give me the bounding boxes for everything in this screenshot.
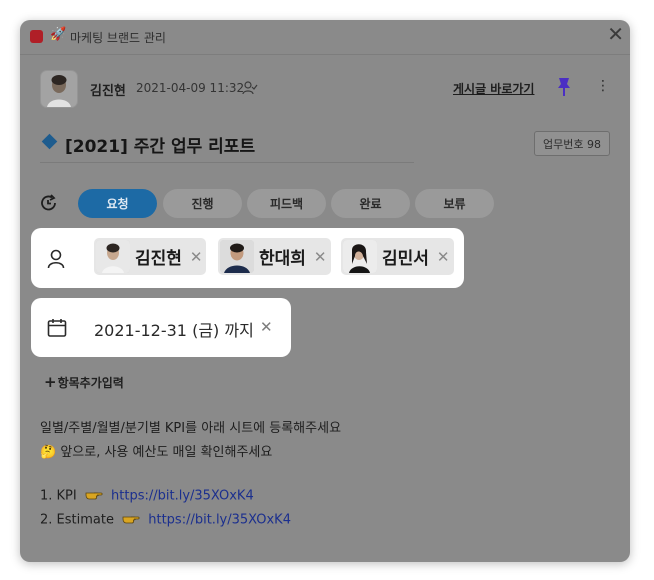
content-line: 🤔 앞으로, 사용 예산도 매일 확인해주세요 [40, 441, 272, 460]
content-line: 2. Estimate https://bit.ly/35XOxK4 [40, 512, 291, 528]
kpi-sheet-link[interactable]: https://bit.ly/35XOxK4 [111, 489, 254, 504]
add-field-label: 항목추가입력 [57, 376, 124, 390]
assignee-avatar [220, 240, 254, 273]
calendar-icon [47, 318, 67, 342]
post-title: [2021] 주간 업무 리포트 [65, 137, 256, 157]
thinking-emoji-icon: 🤔 [40, 445, 57, 460]
assignee-name: 김진현 [135, 249, 182, 269]
pointing-hand-icon [122, 512, 140, 528]
add-field-button[interactable]: +항목추가입력 [44, 373, 124, 391]
status-done-button[interactable]: 완료 [331, 189, 410, 218]
content-text: 앞으로, 사용 예산도 매일 확인해주세요 [60, 445, 273, 460]
assignee-chip[interactable]: 김진현 ✕ [94, 238, 206, 275]
app-icon [30, 30, 43, 43]
remove-icon[interactable]: ✕ [190, 248, 203, 266]
assignee-avatar [96, 240, 130, 273]
status-feedback-button[interactable]: 피드백 [247, 189, 326, 218]
assignee-name: 한대희 [259, 249, 306, 269]
post-date: 2021-04-09 11:32 [136, 81, 245, 95]
status-progress-button[interactable]: 진행 [163, 189, 242, 218]
plus-icon: + [44, 373, 57, 391]
window-title: 마케팅 브랜드 관리 [70, 31, 166, 45]
content-line: 1. KPI https://bit.ly/35XOxK4 [40, 488, 254, 504]
post-window: 🚀 마케팅 브랜드 관리 ✕ 김진현 2021-04-09 11:32 게시글 … [20, 20, 630, 562]
assignee-name: 김민서 [382, 249, 429, 269]
pointing-hand-icon [85, 488, 103, 504]
list-item-prefix: 1. KPI [40, 488, 77, 504]
status-change-icon [40, 194, 60, 216]
task-number-badge: 업무번호 98 [534, 131, 610, 156]
assignee-chip[interactable]: 한대희 ✕ [218, 238, 331, 275]
status-request-button[interactable]: 요청 [78, 189, 157, 218]
assignee-avatar [343, 240, 377, 273]
due-date-text: 2021-12-31 (금) 까지 [94, 321, 254, 340]
list-item-prefix: 2. Estimate [40, 512, 114, 528]
remove-icon[interactable]: ✕ [260, 318, 273, 336]
goto-post-link[interactable]: 게시글 바로가기 [453, 80, 534, 97]
title-bar: 🚀 마케팅 브랜드 관리 ✕ [20, 20, 630, 55]
person-icon [47, 249, 65, 273]
content-line: 일별/주별/월별/분기별 KPI를 아래 시트에 등록해주세요 [40, 421, 342, 436]
remove-icon[interactable]: ✕ [437, 248, 450, 266]
assignee-card: 김진현 ✕ 한대희 ✕ 김민서 ✕ [31, 228, 464, 288]
title-diamond-icon [41, 133, 58, 150]
title-divider [40, 162, 414, 163]
remove-icon[interactable]: ✕ [314, 248, 327, 266]
author-avatar[interactable] [40, 70, 78, 108]
more-icon[interactable]: ⋮ [596, 78, 610, 94]
estimate-sheet-link[interactable]: https://bit.ly/35XOxK4 [148, 513, 291, 528]
rocket-icon: 🚀 [50, 27, 67, 42]
due-date-card[interactable]: 2021-12-31 (금) 까지 ✕ [31, 298, 291, 357]
assignee-chip[interactable]: 김민서 ✕ [341, 238, 454, 275]
status-hold-button[interactable]: 보류 [415, 189, 494, 218]
viewer-icon[interactable] [242, 80, 258, 99]
pin-icon[interactable] [556, 77, 572, 101]
close-icon[interactable]: ✕ [607, 24, 624, 44]
author-name: 김진현 [90, 84, 126, 99]
